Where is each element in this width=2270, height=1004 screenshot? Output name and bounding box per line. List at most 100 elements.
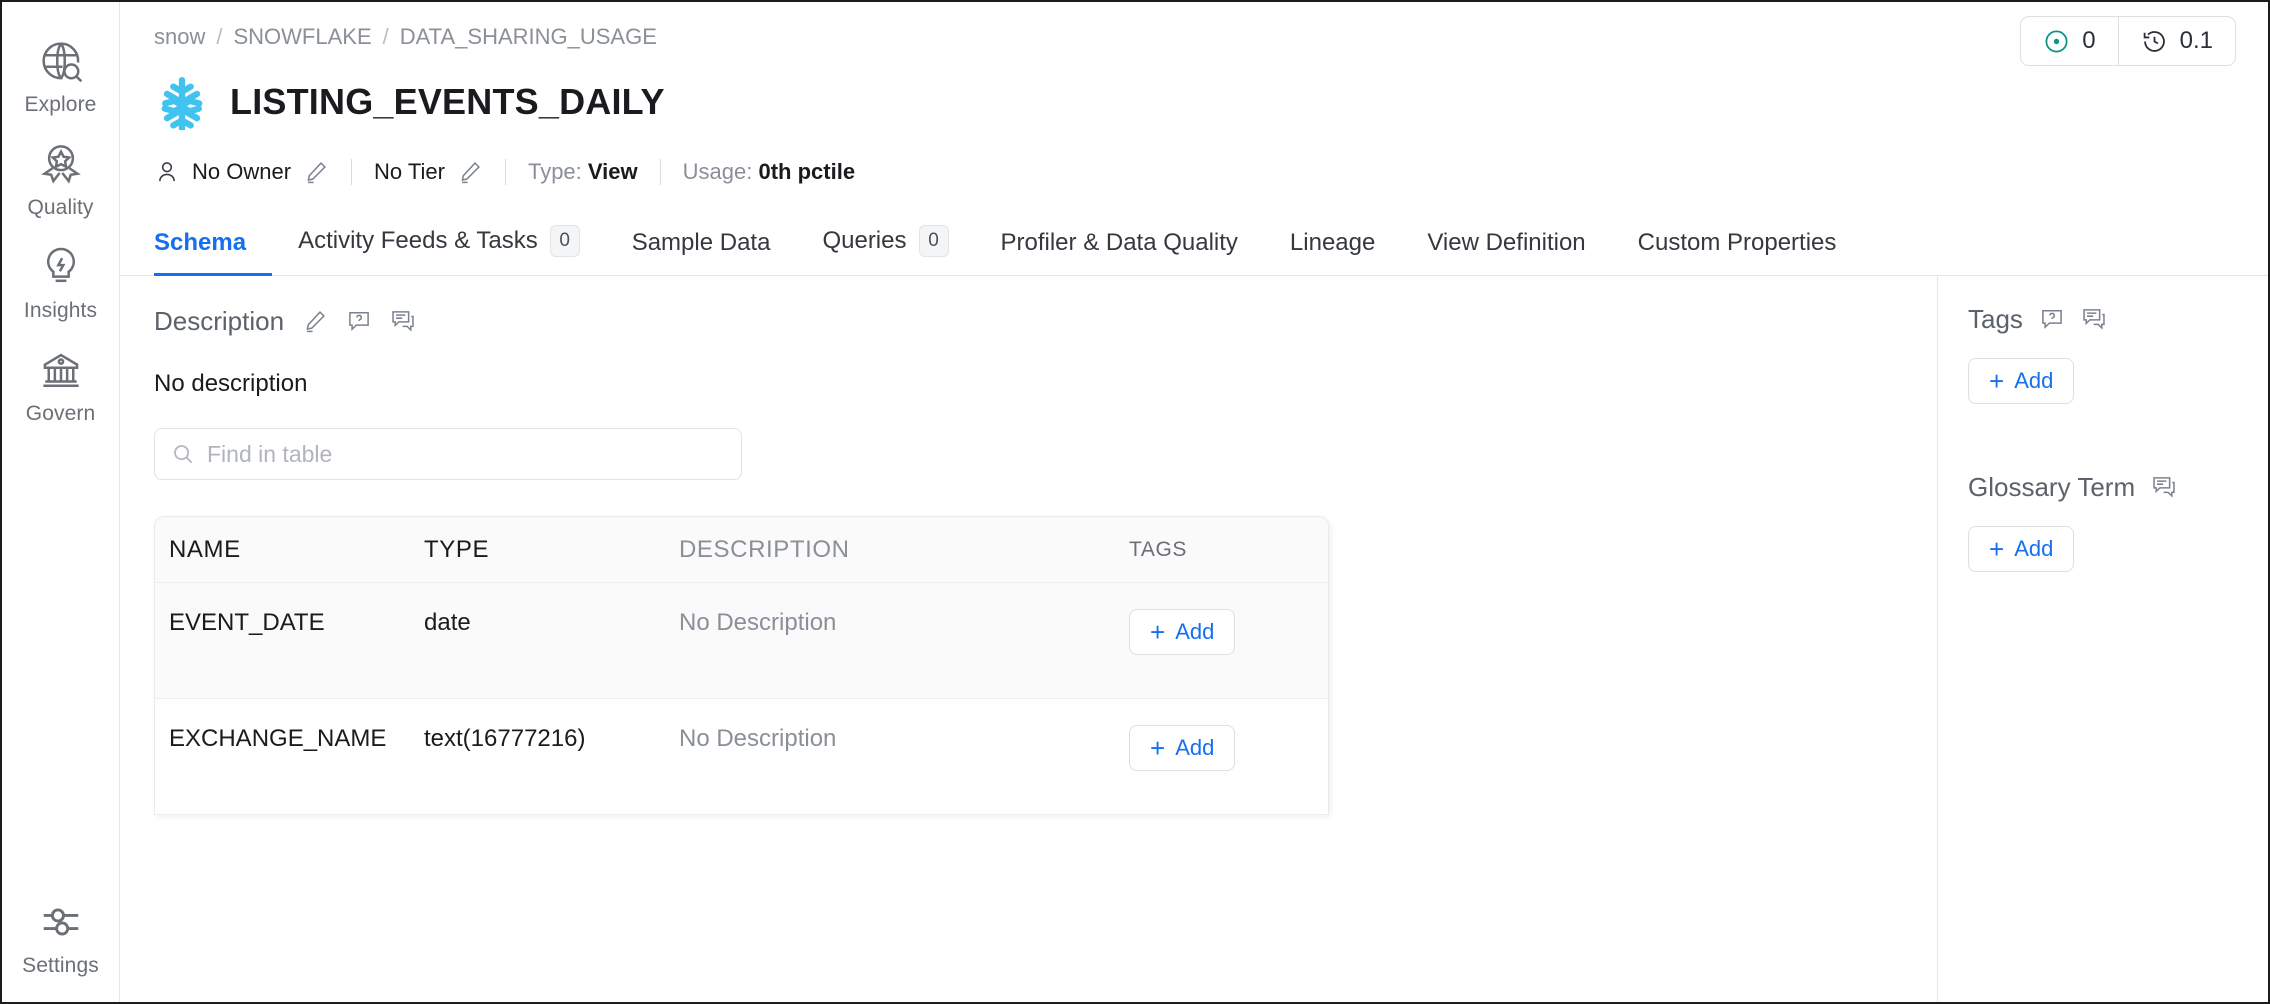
owner-value: No Owner [192,159,291,185]
bank-building-icon [38,347,84,393]
right-panel: Tags [1938,276,2268,1002]
page-title: LISTING_EVENTS_DAILY [230,81,665,123]
tab-custom-properties[interactable]: Custom Properties [1612,229,1863,276]
entity-header: snow / SNOWFLAKE / DATA_SHARING_USAGE LI… [120,2,2268,190]
breadcrumb-item-1[interactable]: SNOWFLAKE [233,24,371,50]
breadcrumb-separator: / [383,24,389,50]
breadcrumb-item-2[interactable]: DATA_SHARING_USAGE [400,24,657,50]
tab-activity-feeds-and-tasks[interactable]: Activity Feeds & Tasks 0 [272,225,606,276]
sidebar-item-label: Insights [24,300,97,321]
sidebar-item-explore[interactable]: Explore [2,24,119,127]
tab-label: View Definition [1427,229,1585,257]
comment-icon[interactable] [2151,474,2177,500]
tab-label: Sample Data [632,229,771,257]
comment-icon[interactable] [390,308,416,334]
cell-name: EXCHANGE_NAME [169,725,424,753]
column-header-tags: TAGS [1129,538,1314,562]
header-counters: 0 0.1 [2020,16,2236,66]
tier-group: No Tier [374,159,483,185]
award-badge-icon [38,141,84,187]
add-tag-button[interactable]: + Add [1129,609,1235,655]
meta-divider [505,159,506,185]
sidebar-item-govern[interactable]: Govern [2,333,119,436]
table-row[interactable]: EVENT_DATE date No Description + Add [155,583,1328,699]
tab-label: Lineage [1290,229,1375,257]
cell-tags: + Add [1129,609,1314,655]
tags-title: Tags [1968,304,2023,335]
usage-label: Usage: [683,159,753,184]
add-glossary-term-button[interactable]: + Add [1968,526,2074,572]
votes-count: 0 [2082,27,2095,55]
sidebar-item-insights[interactable]: Insights [2,230,119,333]
table-row[interactable]: EXCHANGE_NAME text(16777216) No Descript… [155,699,1328,815]
entity-meta-row: No Owner No Tier [154,154,2234,190]
owner-group: No Owner [154,159,329,185]
add-glossary-term-label: Add [2014,538,2053,560]
title-row: LISTING_EVENTS_DAILY [154,68,2234,136]
type-group: Type: View [528,159,638,185]
usage-value: 0th pctile [759,159,856,184]
search-input[interactable] [207,441,725,468]
description-title: Description [154,306,284,337]
sliders-icon [38,899,84,945]
tab-profiler-and-data-quality[interactable]: Profiler & Data Quality [975,229,1264,276]
plus-icon: + [1150,619,1165,645]
main-area: snow / SNOWFLAKE / DATA_SHARING_USAGE LI… [120,2,2268,1002]
tab-lineage[interactable]: Lineage [1264,229,1401,276]
meta-divider [660,159,661,185]
tab-view-definition[interactable]: View Definition [1401,229,1611,276]
cell-description: No Description [679,609,1129,637]
breadcrumb-item-0[interactable]: snow [154,24,205,50]
usage-group: Usage: 0th pctile [683,159,855,185]
sidebar-item-label: Govern [26,403,95,424]
schema-panel: Description [120,276,1938,1002]
add-tags-label: Add [2014,370,2053,392]
user-icon [154,159,180,185]
tab-schema[interactable]: Schema [154,229,272,276]
edit-description-pencil-icon[interactable] [302,308,328,334]
cell-description: No Description [679,725,1129,753]
edit-tier-pencil-icon[interactable] [457,159,483,185]
tags-section: Tags [1968,302,2238,404]
add-tag-label: Add [1175,621,1214,643]
version-value: 0.1 [2180,27,2213,55]
app-window: Explore Quality Insights [0,0,2270,1004]
tab-sample-data[interactable]: Sample Data [606,229,797,276]
question-bubble-icon[interactable] [346,308,372,334]
cell-tags: + Add [1129,725,1314,771]
schema-table: NAME TYPE DESCRIPTION TAGS EVENT_DATE da… [154,516,1329,815]
tab-label: Custom Properties [1638,229,1837,257]
tags-header: Tags [1968,302,2238,336]
column-header-description: DESCRIPTION [679,536,1129,564]
find-in-table-field[interactable] [154,428,742,480]
globe-search-icon [38,38,84,84]
tab-content: Description [120,276,2268,1002]
plus-icon: + [1989,536,2004,562]
tab-count-badge: 0 [550,225,580,257]
sidebar-item-settings[interactable]: Settings [2,885,119,988]
add-tag-button[interactable]: + Add [1129,725,1235,771]
table-header-row: NAME TYPE DESCRIPTION TAGS [155,517,1328,583]
cell-name: EVENT_DATE [169,609,424,637]
tab-queries[interactable]: Queries 0 [796,225,974,276]
type-label: Type: [528,159,582,184]
tab-label: Profiler & Data Quality [1001,229,1238,257]
plus-icon: + [1989,368,2004,394]
left-sidebar: Explore Quality Insights [2,2,120,1002]
votes-counter[interactable]: 0 [2021,17,2117,65]
plus-icon: + [1150,735,1165,761]
comment-icon[interactable] [2081,306,2107,332]
question-bubble-icon[interactable] [2039,306,2065,332]
add-tags-button[interactable]: + Add [1968,358,2074,404]
column-header-name: NAME [169,536,424,564]
version-counter[interactable]: 0.1 [2118,17,2235,65]
tab-label: Schema [154,229,246,257]
sidebar-item-label: Settings [22,955,99,976]
sidebar-item-quality[interactable]: Quality [2,127,119,230]
edit-owner-pencil-icon[interactable] [303,159,329,185]
tab-count-badge: 0 [919,225,949,257]
snowflake-icon [154,74,210,130]
entity-tabs: Schema Activity Feeds & Tasks 0 Sample D… [120,214,2268,276]
description-header: Description [154,304,1903,338]
glossary-term-section: Glossary Term + Add [1968,470,2238,572]
